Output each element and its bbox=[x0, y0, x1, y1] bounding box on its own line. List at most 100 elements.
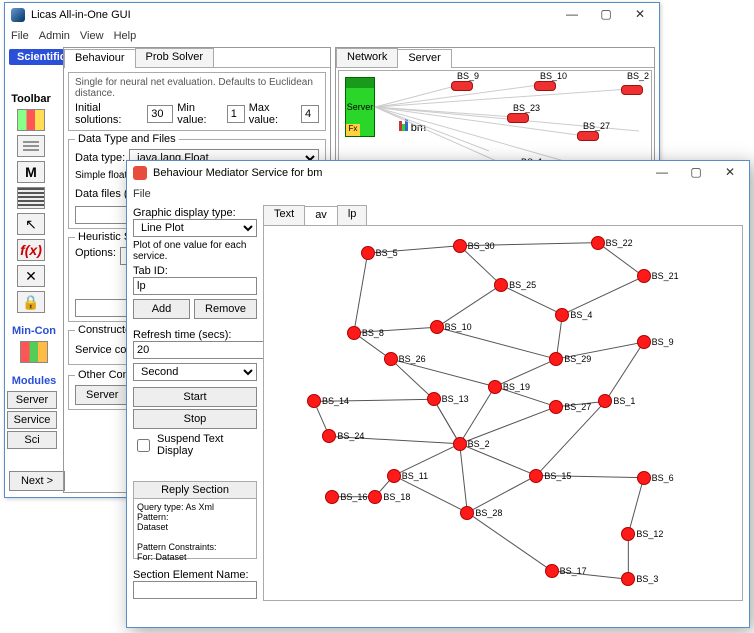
graph-node[interactable] bbox=[347, 326, 361, 340]
tool-arrow-icon[interactable]: ↖ bbox=[17, 213, 45, 235]
menu-view[interactable]: View bbox=[80, 30, 104, 42]
graph-node[interactable] bbox=[430, 320, 444, 334]
graph-node-label: BS_15 bbox=[544, 471, 571, 481]
datatype-label: Data type: bbox=[75, 152, 125, 164]
sec-elem-label: Section Element Name: bbox=[133, 569, 257, 581]
tool-wrench-icon[interactable]: ✕ bbox=[17, 265, 45, 287]
main-titlebar: Licas All-in-One GUI — ▢ ✕ bbox=[5, 3, 659, 27]
max-label: Max value: bbox=[249, 102, 297, 126]
mincon-icon[interactable] bbox=[20, 341, 48, 363]
graph-node[interactable] bbox=[637, 471, 651, 485]
refresh-input[interactable] bbox=[133, 341, 283, 359]
graph-node-label: BS_12 bbox=[636, 529, 663, 539]
popup-menubar: File bbox=[127, 185, 749, 203]
server-fx: Fx bbox=[346, 124, 360, 136]
minimize-button[interactable]: — bbox=[555, 4, 589, 26]
tab-lp[interactable]: lp bbox=[337, 205, 368, 225]
graph-node-label: BS_27 bbox=[564, 402, 591, 412]
graph-node[interactable] bbox=[325, 490, 339, 504]
graph-node[interactable] bbox=[637, 335, 651, 349]
graph-node[interactable] bbox=[621, 527, 635, 541]
tabid-label: Tab ID: bbox=[133, 265, 257, 277]
gdt-select[interactable]: Line Plot bbox=[133, 219, 257, 237]
stop-button[interactable]: Stop bbox=[133, 409, 257, 429]
tool-grid-icon[interactable] bbox=[17, 109, 45, 131]
tool-lock-icon[interactable]: 🔒 bbox=[17, 291, 45, 313]
node-bs27[interactable] bbox=[577, 131, 599, 141]
graph-node[interactable] bbox=[322, 429, 336, 443]
graph-node-label: BS_30 bbox=[468, 241, 495, 251]
suspend-checkbox[interactable] bbox=[137, 439, 150, 452]
popup-menu-file[interactable]: File bbox=[133, 188, 151, 200]
graph-node[interactable] bbox=[453, 437, 467, 451]
tab-av[interactable]: av bbox=[304, 206, 338, 226]
tab-network[interactable]: Network bbox=[336, 48, 398, 67]
popup-minimize-button[interactable]: — bbox=[645, 162, 679, 184]
graph-node[interactable] bbox=[361, 246, 375, 260]
graph-node[interactable] bbox=[529, 469, 543, 483]
left-panel-tabs: Behaviour Prob Solver bbox=[64, 48, 330, 68]
menu-file[interactable]: File bbox=[11, 30, 29, 42]
graph-node-label: BS_21 bbox=[652, 271, 679, 281]
tab-server[interactable]: Server bbox=[397, 49, 451, 68]
graph-node[interactable] bbox=[384, 352, 398, 366]
tool-lines-icon[interactable] bbox=[17, 135, 45, 157]
graph-node-label: BS_3 bbox=[636, 574, 658, 584]
graph-node-label: BS_8 bbox=[362, 328, 384, 338]
graph-node-label: BS_18 bbox=[383, 492, 410, 502]
tab-text[interactable]: Text bbox=[263, 205, 305, 225]
node-bs10[interactable] bbox=[534, 81, 556, 91]
tool-matrix-icon[interactable]: M bbox=[17, 161, 45, 183]
graph-node[interactable] bbox=[621, 572, 635, 586]
menu-admin[interactable]: Admin bbox=[39, 30, 70, 42]
graph-node[interactable] bbox=[637, 269, 651, 283]
sec-elem-input[interactable] bbox=[133, 581, 257, 599]
graph-node[interactable] bbox=[453, 239, 467, 253]
tab-behaviour[interactable]: Behaviour bbox=[64, 49, 136, 68]
oc-server-button[interactable]: Server bbox=[75, 385, 129, 405]
next-button[interactable]: Next > bbox=[9, 471, 65, 491]
min-input[interactable] bbox=[227, 105, 245, 123]
graph-node[interactable] bbox=[549, 400, 563, 414]
init-sol-input[interactable] bbox=[147, 105, 173, 123]
node-bs2[interactable] bbox=[621, 85, 643, 95]
popup-close-button[interactable]: ✕ bbox=[713, 162, 747, 184]
max-input[interactable] bbox=[301, 105, 319, 123]
graph-node[interactable] bbox=[598, 394, 612, 408]
graph-node-label: BS_5 bbox=[376, 248, 398, 258]
refresh-unit-select[interactable]: Second bbox=[133, 363, 257, 381]
popup-maximize-button[interactable]: ▢ bbox=[679, 162, 713, 184]
tool-fx-icon[interactable]: f(x) bbox=[17, 239, 45, 261]
graph-node[interactable] bbox=[545, 564, 559, 578]
reply-text: Query type: As Xml Pattern: Dataset Patt… bbox=[133, 499, 257, 559]
maximize-button[interactable]: ▢ bbox=[589, 4, 623, 26]
popup-titlebar: Behaviour Mediator Service for bm — ▢ ✕ bbox=[127, 161, 749, 185]
graph-node-label: BS_25 bbox=[509, 280, 536, 290]
node-bs9[interactable] bbox=[451, 81, 473, 91]
graph-node[interactable] bbox=[368, 490, 382, 504]
graph-node[interactable] bbox=[387, 469, 401, 483]
graph-node[interactable] bbox=[591, 236, 605, 250]
popup-graph-view[interactable]: BS_5BS_30BS_22BS_25BS_21BS_4BS_8BS_10BS_… bbox=[263, 225, 743, 601]
graph-node[interactable] bbox=[307, 394, 321, 408]
toolbar-label: Toolbar bbox=[11, 93, 51, 105]
graph-node[interactable] bbox=[460, 506, 474, 520]
add-button[interactable]: Add bbox=[133, 299, 190, 319]
graph-node[interactable] bbox=[549, 352, 563, 366]
node-bs23[interactable] bbox=[507, 113, 529, 123]
remove-button[interactable]: Remove bbox=[194, 299, 257, 319]
graph-node-label: BS_13 bbox=[442, 394, 469, 404]
graph-node[interactable] bbox=[555, 308, 569, 322]
tab-prob-solver[interactable]: Prob Solver bbox=[135, 48, 214, 67]
tool-bars-icon[interactable] bbox=[17, 187, 45, 209]
start-button[interactable]: Start bbox=[133, 387, 257, 407]
module-sci-button[interactable]: Sci bbox=[7, 431, 57, 449]
graph-node[interactable] bbox=[488, 380, 502, 394]
menu-help[interactable]: Help bbox=[114, 30, 137, 42]
module-service-button[interactable]: Service bbox=[7, 411, 57, 429]
tabid-input[interactable] bbox=[133, 277, 257, 295]
module-server-button[interactable]: Server bbox=[7, 391, 57, 409]
close-button[interactable]: ✕ bbox=[623, 4, 657, 26]
graph-node[interactable] bbox=[494, 278, 508, 292]
graph-node[interactable] bbox=[427, 392, 441, 406]
